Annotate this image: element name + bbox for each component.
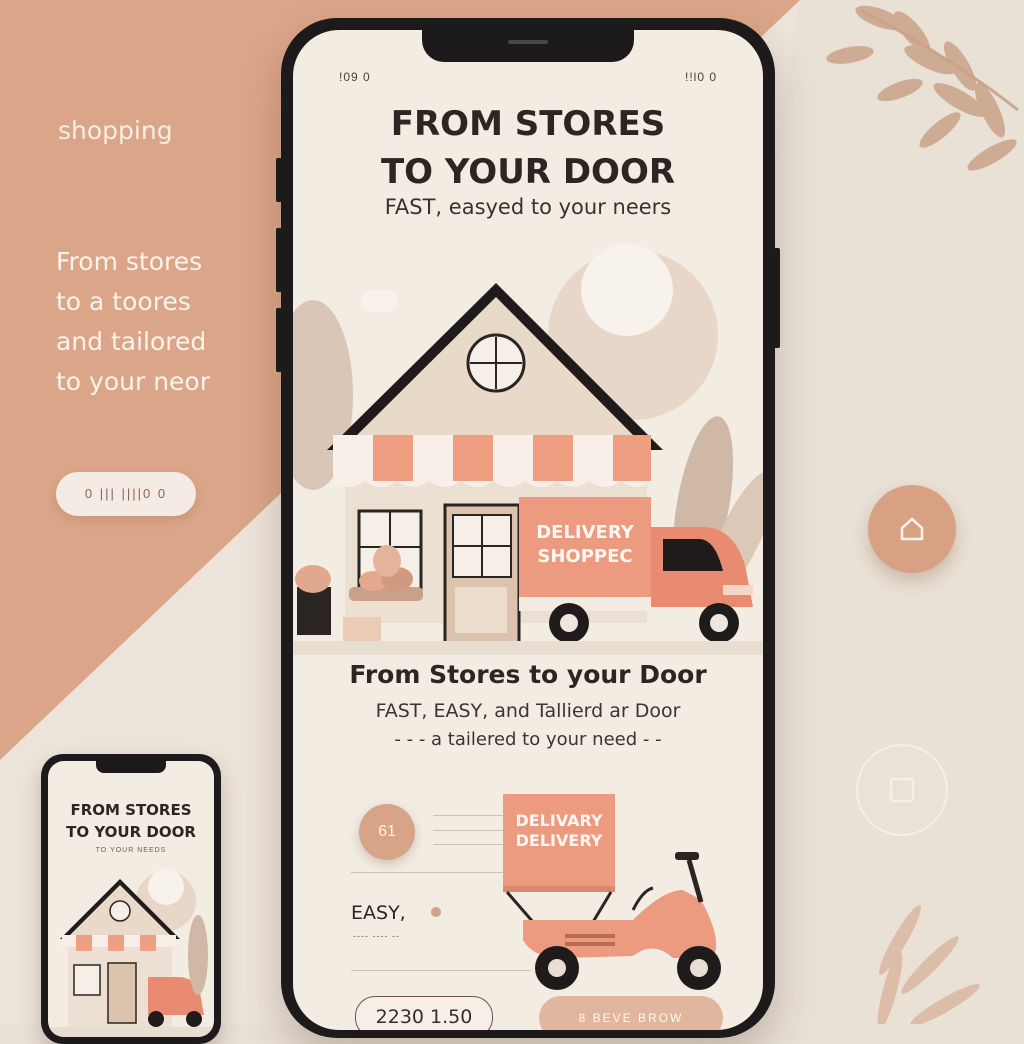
mini-title-line: TO YOUR DOOR — [66, 823, 196, 841]
delivery-scooter-illustration: DELIVARY DELIVERY — [503, 794, 721, 990]
mini-store-illustration — [48, 869, 214, 1037]
step-badge[interactable]: 61 — [359, 804, 415, 860]
hero-title: FROM STORES TO YOUR DOOR — [293, 100, 763, 196]
phone-notch — [422, 30, 634, 62]
home-button[interactable] — [868, 485, 956, 573]
mini-title: FROM STORES TO YOUR DOOR — [48, 799, 214, 843]
awning — [333, 435, 651, 487]
square-icon — [889, 777, 915, 803]
phone-side-key — [276, 308, 282, 372]
home-icon — [900, 517, 924, 541]
hero-subtitle: FAST, easyed to your neers — [384, 195, 672, 219]
box-label: DELIVARY — [515, 811, 602, 830]
store-delivery-illustration: DELIVERY SHOPPEC — [293, 235, 763, 655]
status-icons: !!l0 0 — [684, 70, 717, 84]
price-pill[interactable]: 2230 1.50 — [355, 996, 493, 1030]
indicator-dot — [431, 907, 441, 917]
mini-title-line: FROM STORES — [70, 801, 192, 819]
cta-button[interactable]: 8 BEVE BROW — [539, 996, 723, 1030]
phone-screen: !09 0 !!l0 0 FROM STORES TO YOUR DOOR FA… — [293, 30, 763, 1030]
phone-side-key — [774, 248, 780, 348]
side-copy-line: to a toores — [56, 287, 191, 316]
hero-title-line: TO YOUR DOOR — [380, 152, 676, 192]
phone-side-key — [276, 228, 282, 292]
square-button[interactable] — [856, 744, 948, 836]
section-subtitle: FAST, EASY, and Tallierd ar Door — [375, 700, 681, 722]
side-copy-line: to your neor — [56, 367, 211, 396]
side-copy: From stores to a toores and tailored to … — [56, 242, 276, 402]
easy-label: EASY, — [351, 902, 406, 924]
mini-phone-screen: FROM STORES TO YOUR DOOR TO YOUR NEEDS — [48, 761, 214, 1037]
status-time: !09 0 — [339, 70, 371, 84]
truck-label: SHOPPEC — [537, 546, 632, 567]
box-label: DELIVERY — [516, 831, 603, 850]
side-copy-line: From stores — [56, 247, 203, 276]
side-copy-line: and tailored — [56, 327, 207, 356]
mini-phone-notch — [96, 761, 166, 773]
truck-label: DELIVERY — [536, 522, 635, 543]
mini-phone: FROM STORES TO YOUR DOOR TO YOUR NEEDS — [41, 754, 221, 1044]
section-subtitle: - - - a tailered to your need - - — [394, 729, 662, 750]
side-pill-button[interactable]: 0 ||| ||||0 0 — [56, 472, 196, 516]
side-brand-text: shopping — [58, 116, 173, 145]
phone-side-key — [276, 158, 282, 202]
main-phone: !09 0 !!l0 0 FROM STORES TO YOUR DOOR FA… — [276, 18, 780, 1038]
tiny-label: ---- ---- -- — [353, 931, 400, 941]
hero-title-line: FROM STORES — [390, 104, 666, 144]
mini-subtitle: TO YOUR NEEDS — [95, 847, 167, 854]
section-title: From Stores to your Door — [349, 660, 707, 689]
